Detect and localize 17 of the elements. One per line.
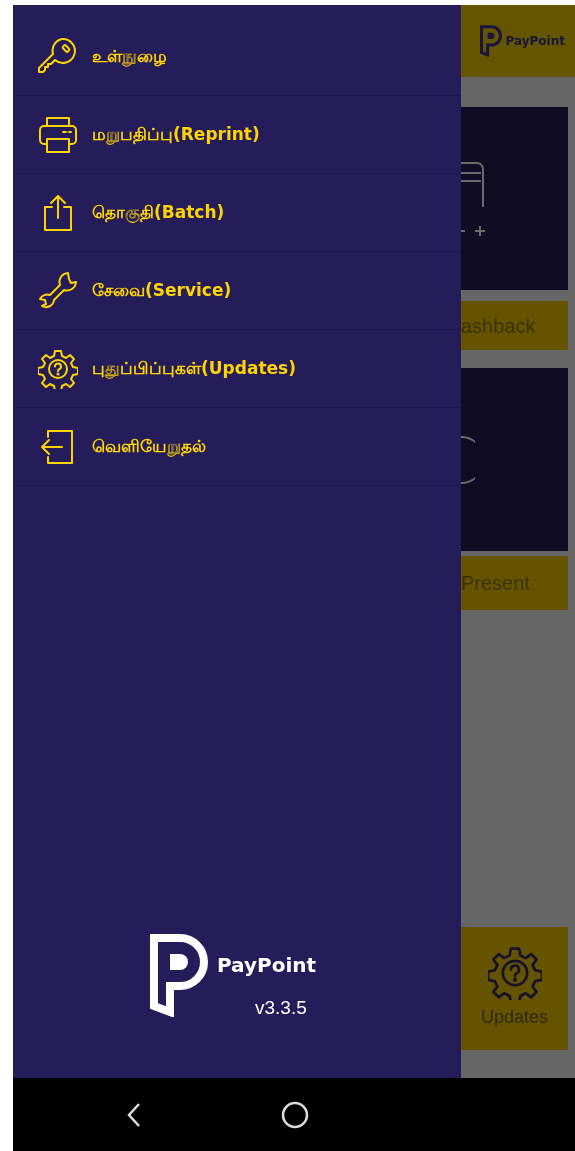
- back-icon[interactable]: [127, 1101, 141, 1128]
- brand-name: PayPoint: [505, 33, 565, 50]
- drawer-menu-item[interactable]: தொகுதி(Batch): [13, 174, 461, 252]
- printer-icon: [38, 114, 78, 155]
- drawer-menu-item[interactable]: மறுபதிப்பு(Reprint): [13, 96, 461, 174]
- brand-name: PayPoint: [217, 951, 317, 979]
- home-icon[interactable]: [281, 1100, 309, 1129]
- gear-question-icon: [38, 348, 78, 389]
- wrench-icon: [38, 270, 78, 311]
- app-version: v3.3.5: [255, 995, 308, 1020]
- paypoint-logo-icon: [479, 25, 502, 57]
- drawer-menu-item[interactable]: உள்நுழை: [13, 18, 461, 96]
- drawer-menu-item[interactable]: சேவை(Service): [13, 252, 461, 330]
- gear-question-icon: [487, 946, 542, 1000]
- drawer-menu-item[interactable]: வெளியேறுதல்: [13, 408, 461, 486]
- drawer-menu-item[interactable]: புதுப்பிப்புகள்(Updates): [13, 330, 461, 408]
- paypoint-logo-icon: [150, 933, 208, 1017]
